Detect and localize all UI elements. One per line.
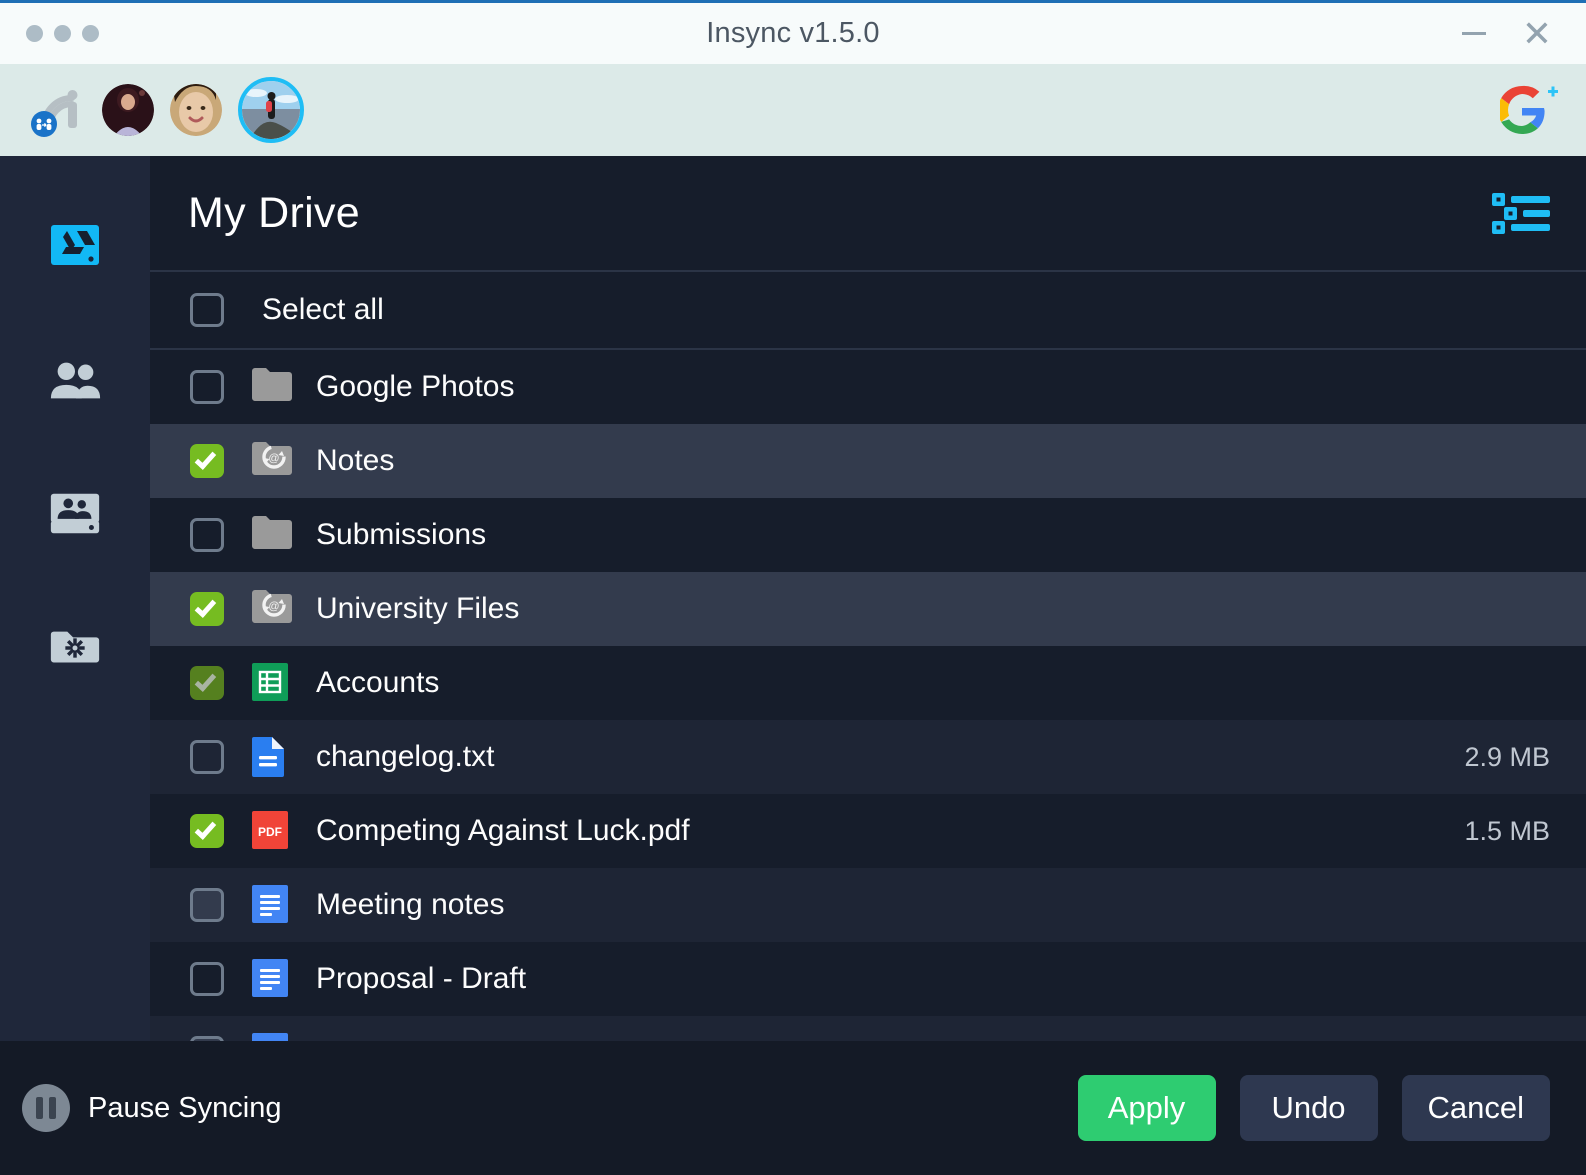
table-row[interactable]: Google Photos — [150, 350, 1586, 424]
content-header: My Drive — [150, 156, 1586, 272]
account-avatar-2[interactable] — [170, 84, 222, 136]
row-checkbox[interactable] — [190, 518, 224, 552]
row-checkbox[interactable] — [190, 666, 224, 700]
cancel-button[interactable]: Cancel — [1401, 1075, 1550, 1141]
check-mark-icon — [194, 595, 217, 618]
file-name: Proposal - Draft — [316, 962, 527, 995]
file-name: Competing Against Luck.pdf — [316, 814, 690, 847]
select-all-row[interactable]: Select all — [150, 272, 1586, 350]
pause-syncing-button[interactable]: Pause Syncing — [22, 1084, 281, 1132]
file-name: University Files — [316, 592, 520, 625]
sidebar-item-selective-sync[interactable] — [47, 620, 103, 676]
sidebar-item-shared-with-me[interactable] — [47, 352, 103, 408]
content-panel: My Drive Select all Google Photos @ Note… — [150, 156, 1586, 1175]
google-docs-icon — [252, 885, 292, 925]
pdf-icon: PDF — [252, 811, 292, 851]
row-checkbox[interactable] — [190, 740, 224, 774]
page-title: My Drive — [188, 188, 361, 237]
google-docs-icon — [252, 959, 292, 999]
file-size: 1.5 MB — [1464, 815, 1550, 846]
row-checkbox[interactable] — [190, 888, 224, 922]
apply-button[interactable]: Apply — [1077, 1075, 1216, 1141]
table-row[interactable]: Accounts — [150, 646, 1586, 720]
window-controls: ✕ — [1461, 15, 1552, 52]
footer-bar: Pause Syncing Apply Undo Cancel — [0, 1041, 1586, 1175]
check-mark-icon — [194, 817, 217, 840]
footer-actions: Apply Undo Cancel — [1077, 1075, 1550, 1141]
svg-text:@: @ — [268, 601, 279, 613]
svg-text:@: @ — [268, 453, 279, 465]
close-icon[interactable]: ✕ — [1522, 15, 1552, 52]
sidebar-item-my-drive[interactable] — [47, 218, 103, 274]
check-mark-icon — [194, 447, 217, 470]
file-name: changelog.txt — [316, 740, 495, 773]
account-avatar-1[interactable] — [102, 84, 154, 136]
file-name: Notes — [316, 444, 395, 477]
table-row[interactable]: PDF Competing Against Luck.pdf 1.5 MB — [150, 794, 1586, 868]
select-all-label: Select all — [262, 293, 384, 326]
google-plus-icon[interactable] — [1500, 84, 1558, 136]
svg-text:PDF: PDF — [258, 825, 282, 839]
pause-icon — [22, 1084, 70, 1132]
google-sheets-icon — [252, 663, 292, 703]
row-checkbox[interactable] — [190, 592, 224, 626]
folder-sync-icon: @ — [252, 441, 292, 481]
title-bar: Insync v1.5.0 ✕ — [0, 0, 1586, 64]
row-checkbox[interactable] — [190, 370, 224, 404]
accounts-bar — [0, 64, 1586, 156]
file-name: Submissions — [316, 518, 487, 551]
tree-list-view-icon[interactable] — [1490, 187, 1552, 239]
folder-icon — [252, 367, 292, 407]
table-row[interactable]: changelog.txt 2.9 MB — [150, 720, 1586, 794]
table-row[interactable]: @ University Files — [150, 572, 1586, 646]
file-name: Accounts — [316, 666, 440, 699]
row-checkbox[interactable] — [190, 444, 224, 478]
window-title: Insync v1.5.0 — [706, 17, 880, 49]
minimize-icon[interactable] — [1461, 32, 1486, 35]
row-checkbox[interactable] — [190, 814, 224, 848]
table-row[interactable]: Proposal - Draft — [150, 942, 1586, 1016]
table-row[interactable]: Submissions — [150, 498, 1586, 572]
insync-logo-icon — [28, 82, 84, 138]
text-file-icon — [252, 737, 292, 777]
insync-window: Insync v1.5.0 ✕ My Drive Select all Goog… — [0, 0, 1586, 1175]
undo-button[interactable]: Undo — [1239, 1075, 1378, 1141]
folder-icon — [252, 515, 292, 555]
select-all-checkbox[interactable] — [190, 293, 224, 327]
file-name: Google Photos — [316, 370, 515, 403]
folder-sync-icon: @ — [252, 589, 292, 629]
table-row[interactable]: Meeting notes — [150, 868, 1586, 942]
account-avatar-3[interactable] — [238, 77, 304, 143]
account-avatar-list — [102, 77, 304, 143]
file-size: 2.9 MB — [1464, 741, 1550, 772]
pause-syncing-label: Pause Syncing — [88, 1091, 282, 1124]
left-sidebar — [0, 156, 150, 1175]
file-name: Meeting notes — [316, 888, 505, 921]
main-body: My Drive Select all Google Photos @ Note… — [0, 156, 1586, 1175]
file-list: Select all Google Photos @ Notes Submiss… — [150, 272, 1586, 1175]
sidebar-item-shared-drives[interactable] — [47, 486, 103, 542]
row-checkbox[interactable] — [190, 962, 224, 996]
table-row[interactable]: @ Notes — [150, 424, 1586, 498]
check-mark-icon — [194, 669, 217, 692]
